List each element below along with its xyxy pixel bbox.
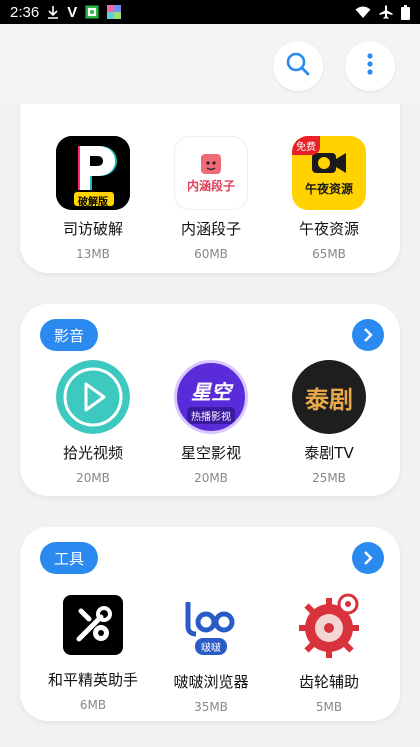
face-icon bbox=[201, 153, 221, 174]
search-icon bbox=[285, 51, 311, 81]
download-icon bbox=[47, 5, 59, 19]
app-name: 午夜资源 bbox=[298, 220, 359, 238]
icon-label: 内涵段子 bbox=[186, 178, 235, 193]
tools-icon bbox=[76, 606, 112, 642]
app-item[interactable]: 内涵段子 内涵段子 60MB bbox=[152, 136, 270, 261]
app-icon-wuye: 免费 午夜资源 bbox=[292, 136, 366, 210]
icon-label: 午夜资源 bbox=[304, 181, 353, 196]
chevron-right-icon bbox=[364, 328, 373, 342]
icon-label: 啵啵 bbox=[195, 637, 227, 655]
search-button[interactable] bbox=[273, 41, 323, 91]
app-item[interactable]: 啵啵 啵啵浏览器 35MB bbox=[152, 589, 270, 714]
app-item[interactable]: 拾光视频 20MB bbox=[34, 360, 152, 485]
app-name: 内涵段子 bbox=[180, 220, 241, 238]
app-header bbox=[0, 24, 420, 104]
app-name: 啵啵浏览器 bbox=[173, 673, 249, 691]
category-card-yingyin: 影音 拾光视频 20MB 星空 热播影视 星空影视 20MB 泰剧 泰剧TV 2… bbox=[20, 304, 400, 496]
status-bar: 2:36 V bbox=[0, 0, 420, 24]
app-size: 20MB bbox=[194, 471, 228, 485]
app-icon-chilun bbox=[292, 589, 366, 663]
category-card-gongju: 工具 和平精英助手 6MB 啵啵 啵啵浏览器 35MB 齿轮辅助 5MB bbox=[20, 527, 400, 721]
play-icon bbox=[56, 360, 130, 434]
app-icon-bobo: 啵啵 bbox=[174, 589, 248, 663]
chevron-right-icon bbox=[364, 551, 373, 565]
browser-logo-icon bbox=[185, 601, 235, 636]
app-name: 星空影视 bbox=[180, 444, 241, 462]
app-icon-shiguang bbox=[56, 360, 130, 434]
app-icon-sifang: 破解版 bbox=[56, 136, 130, 210]
category-title: 影音 bbox=[40, 319, 99, 351]
app-icon-neihan: 内涵段子 bbox=[174, 136, 248, 210]
icon-label: 破解版 bbox=[78, 196, 108, 208]
app-size: 65MB bbox=[312, 247, 346, 261]
more-button[interactable] bbox=[352, 542, 384, 574]
app-icon-heping bbox=[63, 595, 123, 655]
app-name: 和平精英助手 bbox=[47, 671, 138, 689]
more-vertical-icon bbox=[366, 52, 374, 80]
app-size: 5MB bbox=[315, 700, 343, 714]
category-card-fuli: 福利 破解版 司访破解 13MB bbox=[20, 104, 400, 273]
status-time: 2:36 bbox=[10, 3, 40, 21]
wifi-icon bbox=[355, 6, 371, 19]
icon-label: 星空 bbox=[191, 380, 231, 404]
app-name: 拾光视频 bbox=[62, 444, 123, 462]
icon-sublabel: 热播影视 bbox=[187, 407, 235, 424]
app-size: 60MB bbox=[194, 247, 228, 261]
gallery-icon bbox=[107, 5, 122, 19]
app-name: 齿轮辅助 bbox=[298, 673, 359, 691]
battery-icon bbox=[401, 4, 410, 20]
app-icon-taiju: 泰剧 bbox=[292, 360, 366, 434]
category-title: 工具 bbox=[40, 542, 99, 574]
app-size: 13MB bbox=[76, 247, 110, 261]
app-icon-xingkong: 星空 热播影视 bbox=[174, 360, 248, 434]
more-options-button[interactable] bbox=[345, 41, 395, 91]
icon-label: 泰剧 bbox=[305, 384, 353, 414]
app-item[interactable]: 星空 热播影视 星空影视 20MB bbox=[152, 360, 270, 485]
app-size: 6MB bbox=[79, 698, 107, 712]
badge: 免费 bbox=[292, 136, 320, 155]
category-list[interactable]: 福利 破解版 司访破解 13MB bbox=[0, 104, 420, 747]
app-item[interactable]: 齿轮辅助 5MB bbox=[270, 589, 388, 714]
v-app-icon: V bbox=[67, 3, 78, 21]
app-item[interactable]: 破解版 司访破解 13MB bbox=[34, 136, 152, 261]
app-item[interactable]: 泰剧 泰剧TV 25MB bbox=[270, 360, 388, 485]
more-button[interactable] bbox=[352, 319, 384, 351]
app-name: 泰剧TV bbox=[304, 444, 354, 462]
app-size: 20MB bbox=[76, 471, 110, 485]
photo-icon bbox=[85, 5, 99, 19]
app-size: 25MB bbox=[312, 471, 346, 485]
app-item[interactable]: 免费 午夜资源 午夜资源 65MB bbox=[270, 136, 388, 261]
gear-icon bbox=[299, 593, 359, 658]
app-size: 35MB bbox=[194, 700, 228, 714]
app-name: 司访破解 bbox=[62, 220, 123, 238]
gesture-bar bbox=[0, 743, 420, 747]
airplane-icon bbox=[379, 5, 393, 19]
app-item[interactable]: 和平精英助手 6MB bbox=[34, 589, 152, 714]
